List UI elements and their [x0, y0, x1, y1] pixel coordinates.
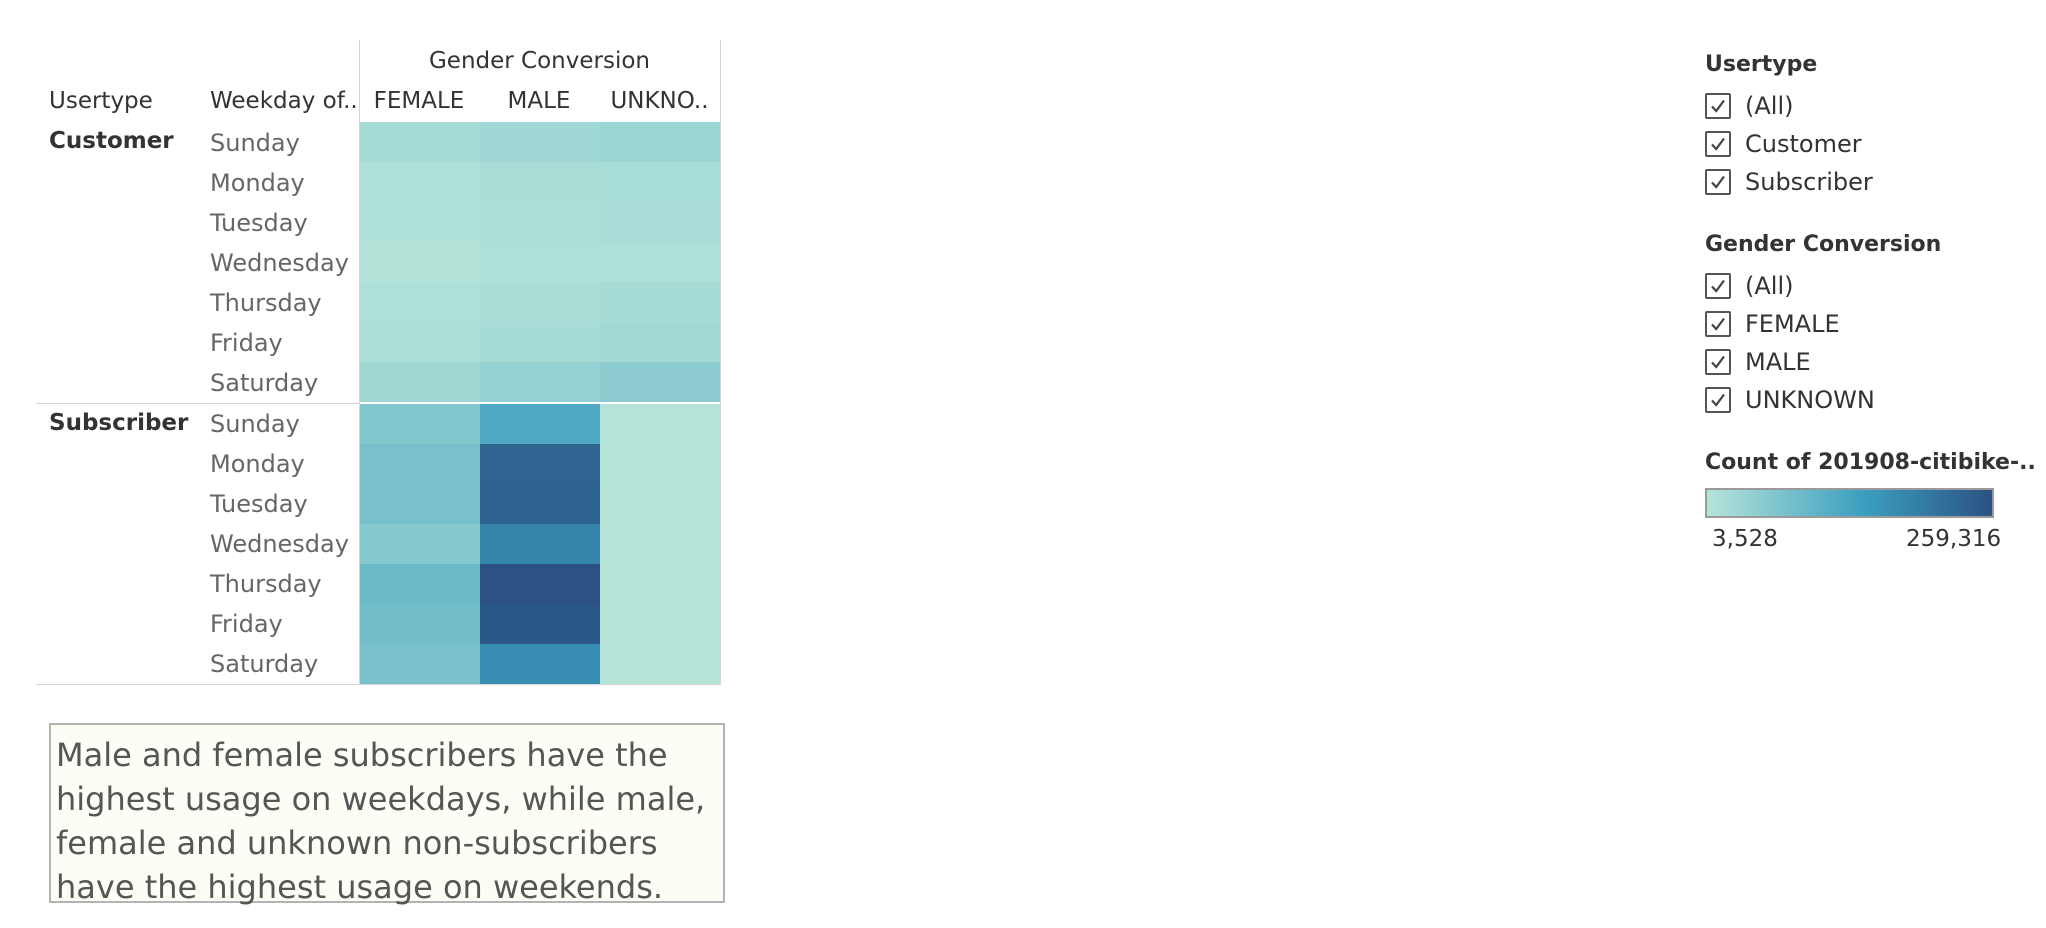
day-label: Sunday: [210, 129, 300, 157]
heatmap-cell[interactable]: [480, 404, 600, 444]
column-group-title: Gender Conversion: [428, 48, 650, 74]
heatmap-cell[interactable]: [600, 162, 720, 202]
heatmap-cell[interactable]: [480, 604, 600, 644]
heatmap-cell[interactable]: [600, 242, 720, 282]
heatmap-cell[interactable]: [600, 362, 720, 402]
heatmap-cell[interactable]: [480, 282, 600, 322]
heatmap-cell[interactable]: [600, 644, 720, 684]
filter-title: Usertype: [1705, 52, 1818, 77]
filter-option-label: FEMALE: [1745, 310, 1840, 338]
filter-option-male[interactable]: MALE: [1705, 343, 1941, 381]
day-label: Thursday: [210, 289, 322, 317]
heatmap-cell[interactable]: [360, 564, 480, 604]
legend-title: Count of 201908-citibike-..: [1705, 450, 2036, 475]
heatmap-cell[interactable]: [360, 282, 480, 322]
heatmap-cell[interactable]: [360, 404, 480, 444]
group-divider: [36, 403, 360, 404]
filter-option-unknown[interactable]: UNKNOWN: [1705, 381, 1941, 419]
day-label: Thursday: [210, 570, 322, 598]
day-label: Tuesday: [210, 209, 308, 237]
group-label-subscriber: Subscriber: [49, 410, 189, 436]
filter-title: Gender Conversion: [1705, 232, 1942, 257]
row-header-weekday: Weekday of..: [210, 88, 358, 114]
annotation-text: Male and female subscribers have the hig…: [49, 723, 725, 906]
filter-option-all[interactable]: (All): [1705, 87, 1873, 125]
heatmap-cell[interactable]: [360, 122, 480, 162]
day-label: Wednesday: [210, 530, 349, 558]
heatmap-cell[interactable]: [360, 604, 480, 644]
checkbox-checked-icon[interactable]: [1705, 311, 1731, 337]
checkbox-checked-icon[interactable]: [1705, 169, 1731, 195]
heatmap-cell[interactable]: [600, 484, 720, 524]
filter-option-label: Subscriber: [1745, 168, 1873, 196]
day-label: Monday: [210, 450, 305, 478]
column-header-unknown[interactable]: UNKNO..: [599, 88, 720, 114]
heatmap-cell[interactable]: [360, 524, 480, 564]
legend-max-label: 259,316: [1906, 526, 2002, 552]
heatmap-cell[interactable]: [600, 322, 720, 362]
checkbox-checked-icon[interactable]: [1705, 273, 1731, 299]
grid-line: [720, 40, 721, 684]
filter-option-label: UNKNOWN: [1745, 386, 1875, 414]
day-label: Saturday: [210, 369, 319, 397]
day-label: Sunday: [210, 410, 300, 438]
heatmap-cell[interactable]: [480, 564, 600, 604]
color-legend-bar: [1705, 488, 1994, 518]
heatmap-cell[interactable]: [480, 644, 600, 684]
day-label: Monday: [210, 169, 305, 197]
heatmap-cell[interactable]: [480, 202, 600, 242]
heatmap-cell[interactable]: [480, 362, 600, 402]
row-header-usertype: Usertype: [49, 88, 153, 114]
heatmap-cell[interactable]: [480, 484, 600, 524]
heatmap-cell[interactable]: [360, 644, 480, 684]
heatmap-cell[interactable]: [360, 484, 480, 524]
filter-option-subscriber[interactable]: Subscriber: [1705, 163, 1873, 201]
heatmap-cell[interactable]: [600, 444, 720, 484]
day-label: Friday: [210, 329, 283, 357]
filter-option-label: (All): [1745, 272, 1794, 300]
heatmap-cell[interactable]: [600, 524, 720, 564]
heatmap-cell[interactable]: [600, 122, 720, 162]
heatmap-cell[interactable]: [360, 322, 480, 362]
checkbox-checked-icon[interactable]: [1705, 93, 1731, 119]
filter-option-female[interactable]: FEMALE: [1705, 305, 1941, 343]
day-label: Tuesday: [210, 490, 308, 518]
checkbox-checked-icon[interactable]: [1705, 387, 1731, 413]
column-header-female[interactable]: FEMALE: [359, 88, 479, 114]
heatmap-cell[interactable]: [480, 122, 600, 162]
heatmap-cell[interactable]: [360, 202, 480, 242]
heatmap-cell[interactable]: [600, 564, 720, 604]
checkbox-checked-icon[interactable]: [1705, 349, 1731, 375]
filter-option-label: MALE: [1745, 348, 1811, 376]
heatmap-cell[interactable]: [480, 242, 600, 282]
filter-usertype: Usertype (All) Customer Subscriber: [1705, 52, 1873, 201]
checkbox-checked-icon[interactable]: [1705, 131, 1731, 157]
table-bottom-line: [36, 684, 721, 685]
heatmap-cell[interactable]: [360, 362, 480, 402]
heatmap-cell[interactable]: [480, 524, 600, 564]
legend-min-label: 3,528: [1712, 526, 1778, 552]
heatmap-cell[interactable]: [480, 322, 600, 362]
day-label: Friday: [210, 610, 283, 638]
filter-option-label: Customer: [1745, 130, 1862, 158]
heatmap-cell[interactable]: [360, 242, 480, 282]
filter-option-label: (All): [1745, 92, 1794, 120]
heatmap-cell[interactable]: [480, 444, 600, 484]
heatmap-cell[interactable]: [360, 162, 480, 202]
filter-option-customer[interactable]: Customer: [1705, 125, 1873, 163]
heatmap-cell[interactable]: [600, 202, 720, 242]
heatmap-cell[interactable]: [600, 282, 720, 322]
heatmap-cell[interactable]: [360, 444, 480, 484]
day-label: Saturday: [210, 650, 319, 678]
filter-option-all[interactable]: (All): [1705, 267, 1941, 305]
group-label-customer: Customer: [49, 128, 174, 154]
heatmap-cell[interactable]: [600, 604, 720, 644]
day-label: Wednesday: [210, 249, 349, 277]
filter-gender: Gender Conversion (All) FEMALE MALE UNKN…: [1705, 232, 1941, 419]
column-header-male[interactable]: MALE: [479, 88, 599, 114]
heatmap-cell[interactable]: [600, 404, 720, 444]
heatmap-cell[interactable]: [480, 162, 600, 202]
